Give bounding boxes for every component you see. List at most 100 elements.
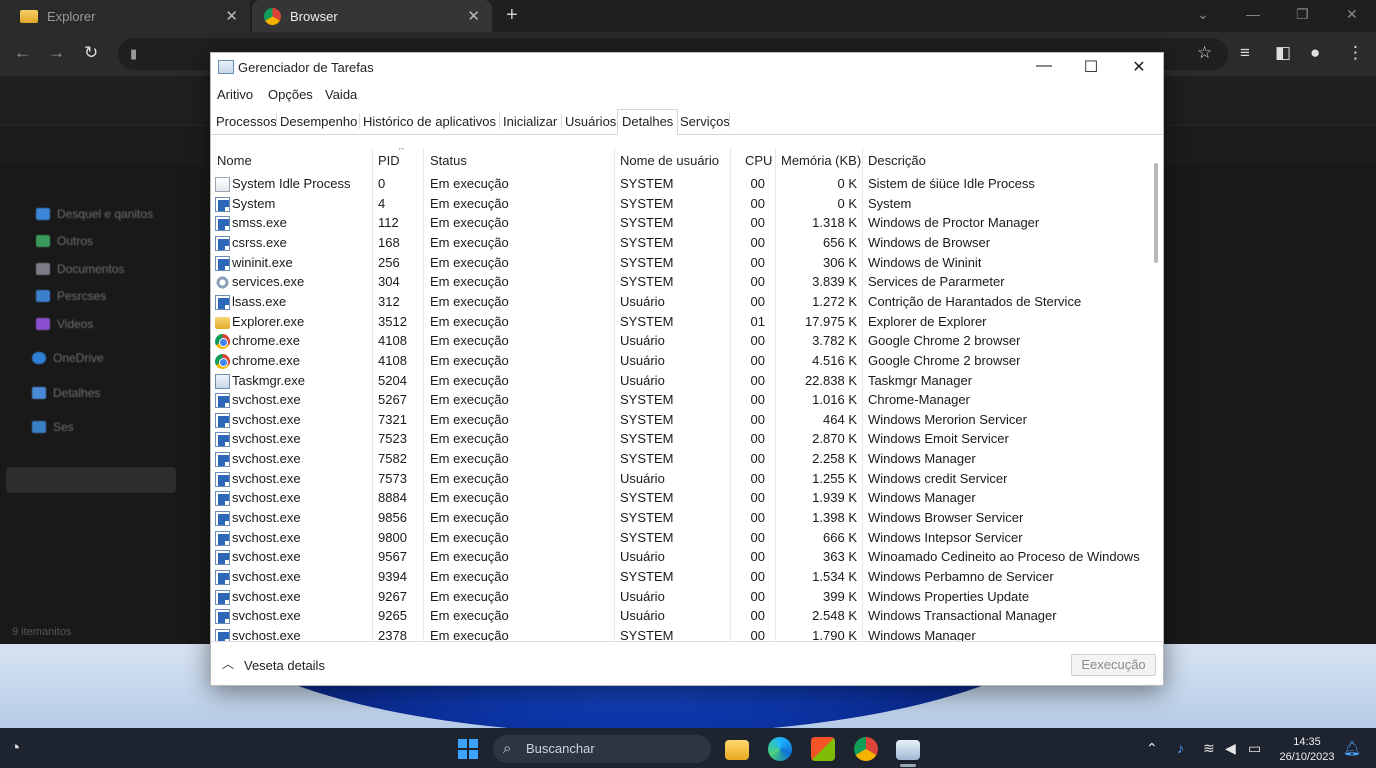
- table-row[interactable]: svchost.exe 9800 Em execução SYSTEM 00 666 K W…: [211, 529, 1151, 548]
- menu-file[interactable]: Aritivo: [217, 87, 253, 102]
- tab-processos[interactable]: Processos: [216, 114, 277, 129]
- tab-detalhes[interactable]: Detalhes: [617, 109, 679, 135]
- table-row[interactable]: svchost.exe 2378 Em execução SYSTEM 00 1.790 …: [211, 627, 1151, 641]
- store-icon[interactable]: [811, 737, 835, 761]
- maximize-icon[interactable]: ❐: [1296, 6, 1309, 23]
- tab-desempenho[interactable]: Desempenho: [280, 114, 357, 129]
- table-row[interactable]: svchost.exe 7321 Em execução SYSTEM 00 464 K W…: [211, 411, 1151, 430]
- process-status: Em execução: [430, 470, 509, 486]
- battery-icon[interactable]: ▭: [1248, 740, 1261, 757]
- new-tab-button[interactable]: +: [506, 4, 518, 27]
- title-bar[interactable]: Gerenciador de Tarefas — ☐ ✕: [211, 53, 1163, 83]
- process-memory: 1.016 K: [812, 392, 857, 408]
- column-header-status[interactable]: Status: [430, 153, 467, 168]
- menu-view[interactable]: Vaida: [325, 87, 357, 102]
- reload-icon[interactable]: ↻: [84, 43, 98, 63]
- tab-inicializar[interactable]: Inicializar: [503, 114, 557, 129]
- minimize-icon[interactable]: —: [1246, 6, 1260, 22]
- menu-icon[interactable]: ⋮: [1347, 43, 1364, 63]
- table-row[interactable]: svchost.exe 5267 Em execução SYSTEM 00 1.016 …: [211, 391, 1151, 410]
- table-row[interactable]: svchost.exe 9265 Em execução Usuário 00 2.548…: [211, 607, 1151, 626]
- table-row[interactable]: System 4 Em execução SYSTEM 00 0 K System: [211, 195, 1151, 214]
- sidebar-item-onedrive[interactable]: OneDrive: [32, 351, 104, 365]
- browser-tab-browser[interactable]: Browser ✕: [252, 0, 492, 32]
- volume-icon[interactable]: ◀: [1225, 740, 1236, 757]
- table-row[interactable]: svchost.exe 9267 Em execução Usuário 00 399 K…: [211, 588, 1151, 607]
- sidebar-item-desktop[interactable]: Desquel e qanitos: [36, 207, 153, 221]
- profile-icon[interactable]: ●: [1310, 43, 1320, 63]
- table-row[interactable]: services.exe 304 Em execução SYSTEM 00 3.839 …: [211, 273, 1151, 292]
- close-icon[interactable]: ✕: [1124, 57, 1154, 77]
- tab-search-icon[interactable]: ⌄: [1197, 6, 1209, 23]
- table-row[interactable]: lsass.exe 312 Em execução Usuário 00 1.272 K C…: [211, 293, 1151, 312]
- chevron-up-icon[interactable]: ⌃: [1146, 740, 1158, 757]
- widgets-icon[interactable]: ◔: [10, 738, 20, 758]
- taskbar-search[interactable]: ⌕ Buscanchar: [493, 735, 711, 763]
- fewer-details-link[interactable]: Veseta details: [244, 658, 325, 673]
- sidebar-item-downloads[interactable]: Outros: [36, 234, 93, 248]
- column-header-name[interactable]: Nome: [217, 153, 252, 168]
- forward-icon[interactable]: →: [48, 43, 65, 63]
- process-memory: 363 K: [823, 549, 857, 565]
- wifi-icon[interactable]: ≋: [1203, 740, 1215, 757]
- column-header-pid[interactable]: PID: [378, 153, 400, 168]
- process-cpu: 00: [750, 352, 765, 368]
- sidebar-item-details[interactable]: Detalhes: [32, 386, 100, 400]
- process-name: wininit.exe: [232, 254, 293, 270]
- table-row[interactable]: svchost.exe 9567 Em execução Usuário 00 363 K…: [211, 548, 1151, 567]
- notification-bell-icon[interactable]: 🔔︎: [1343, 740, 1361, 757]
- maximize-icon[interactable]: ☐: [1076, 57, 1106, 77]
- table-row[interactable]: svchost.exe 7582 Em execução SYSTEM 00 2.258 …: [211, 450, 1151, 469]
- process-name: svchost.exe: [232, 569, 301, 584]
- sidebar-item-pictures[interactable]: Pesrcses: [36, 289, 106, 303]
- tab-servicos[interactable]: Serviços: [680, 114, 730, 129]
- star-icon[interactable]: ☆: [1197, 43, 1212, 63]
- tab-usuarios[interactable]: Usuários: [565, 114, 616, 129]
- edge-icon[interactable]: [768, 737, 792, 761]
- sidebar-item-videos[interactable]: Videos: [36, 317, 93, 331]
- microphone-icon[interactable]: ♪: [1177, 740, 1184, 756]
- reading-list-icon[interactable]: ≡: [1240, 43, 1250, 63]
- table-row[interactable]: svchost.exe 8884 Em execução SYSTEM 00 1.939 …: [211, 489, 1151, 508]
- column-header-cpu[interactable]: CPU: [745, 153, 772, 168]
- chevron-up-icon[interactable]: ︿: [222, 655, 234, 672]
- table-row[interactable]: svchost.exe 7573 Em execução Usuário 00 1.255…: [211, 470, 1151, 489]
- menu-options[interactable]: Opções: [268, 87, 313, 102]
- end-task-button[interactable]: Eexecução: [1071, 654, 1156, 676]
- start-button[interactable]: [458, 739, 478, 759]
- browser-tab-explorer[interactable]: Explorer ✕: [0, 0, 250, 32]
- table-row[interactable]: svchost.exe 9856 Em execução SYSTEM 00 1.398 …: [211, 509, 1151, 528]
- clock[interactable]: 14:35 26/10/2023: [1277, 735, 1337, 765]
- table-row[interactable]: Explorer.exe 3512 Em execução SYSTEM 01 17.97…: [211, 313, 1151, 332]
- vertical-scrollbar[interactable]: [1154, 163, 1158, 263]
- table-row[interactable]: smss.exe 112 Em execução SYSTEM 00 1.318 K Win…: [211, 214, 1151, 233]
- table-row[interactable]: Taskmgr.exe 5204 Em execução Usuário 00 22.83…: [211, 372, 1151, 391]
- process-user: Usuário: [620, 588, 665, 604]
- process-description: Windows Intepsor Servicer: [868, 529, 1023, 545]
- back-icon[interactable]: ←: [14, 43, 31, 63]
- sidebar-item-network[interactable]: Ses: [32, 420, 74, 434]
- close-tab-icon[interactable]: ✕: [225, 7, 238, 25]
- table-row[interactable]: wininit.exe 256 Em execução SYSTEM 00 306 K Wi…: [211, 254, 1151, 273]
- chrome-icon[interactable]: [854, 737, 878, 761]
- task-manager-taskbar-icon[interactable]: [896, 740, 920, 760]
- table-row[interactable]: csrss.exe 168 Em execução SYSTEM 00 656 K Wind…: [211, 234, 1151, 253]
- tab-bar: Processos Desempenho Histórico de aplica…: [211, 109, 1163, 135]
- tab-historico[interactable]: Histórico de aplicativos: [363, 114, 496, 129]
- column-header-description[interactable]: Descrição: [868, 153, 926, 168]
- column-header-memory[interactable]: Memória (KB): [781, 153, 861, 168]
- table-row[interactable]: chrome.exe 4108 Em execução Usuário 00 3.782 …: [211, 332, 1151, 351]
- table-row[interactable]: svchost.exe 7523 Em execução SYSTEM 00 2.870 …: [211, 430, 1151, 449]
- table-row[interactable]: svchost.exe 9394 Em execução SYSTEM 00 1.534 …: [211, 568, 1151, 587]
- table-row[interactable]: chrome.exe 4108 Em execução Usuário 00 4.516 …: [211, 352, 1151, 371]
- column-header-user[interactable]: Nome de usuário: [620, 153, 719, 168]
- close-window-icon[interactable]: ✕: [1346, 6, 1358, 23]
- side-panel-icon[interactable]: ◧: [1275, 43, 1291, 63]
- sidebar-item-documents[interactable]: Documentos: [36, 262, 124, 276]
- process-cpu: 00: [750, 608, 765, 624]
- process-memory: 1.398 K: [812, 510, 857, 526]
- minimize-icon[interactable]: —: [1029, 57, 1059, 75]
- table-row[interactable]: System Idle Process 0 Em execução SYSTEM 00 0…: [211, 175, 1151, 194]
- file-explorer-icon[interactable]: [725, 740, 749, 760]
- close-tab-icon[interactable]: ✕: [467, 7, 480, 25]
